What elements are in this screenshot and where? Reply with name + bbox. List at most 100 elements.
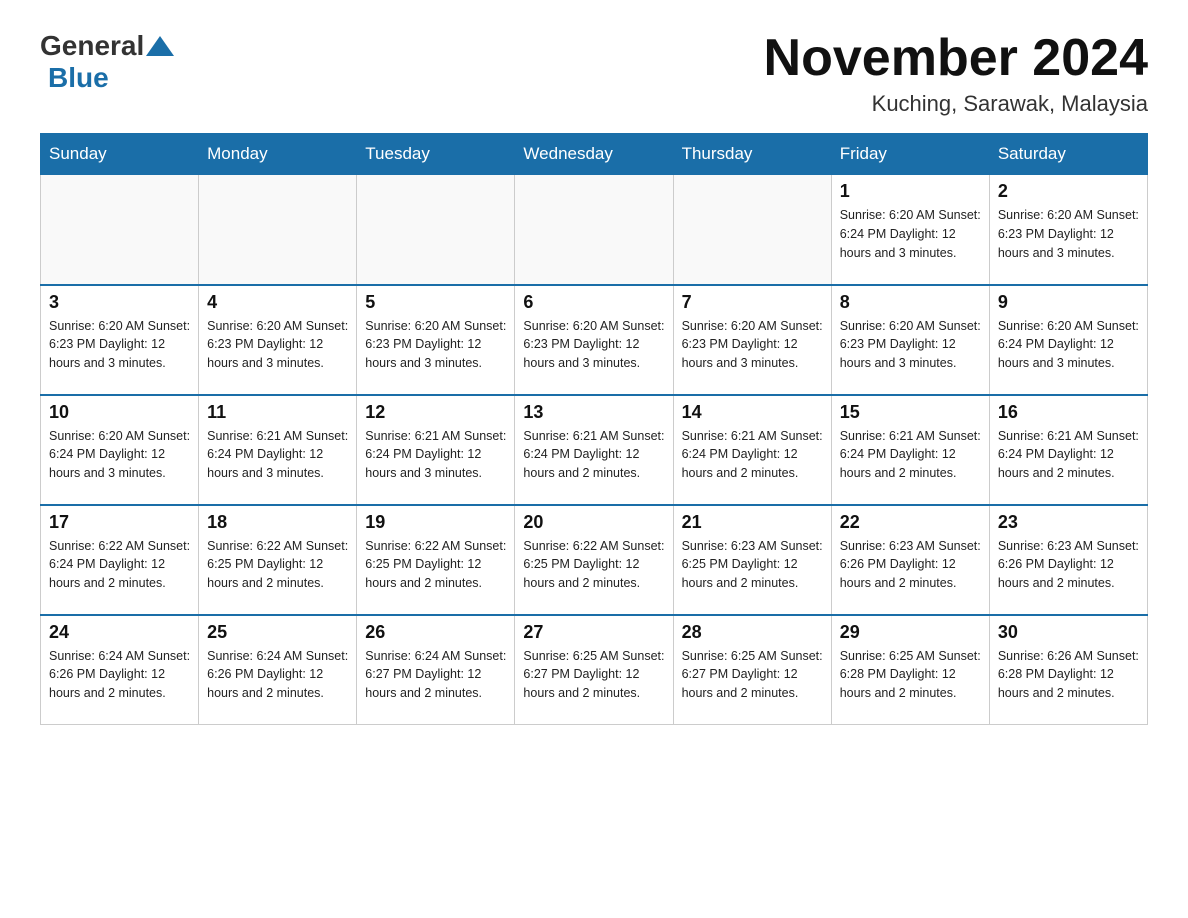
- day-info: Sunrise: 6:25 AM Sunset: 6:28 PM Dayligh…: [840, 647, 981, 703]
- day-number: 4: [207, 292, 348, 313]
- day-number: 9: [998, 292, 1139, 313]
- day-info: Sunrise: 6:23 AM Sunset: 6:26 PM Dayligh…: [840, 537, 981, 593]
- day-number: 2: [998, 181, 1139, 202]
- day-number: 18: [207, 512, 348, 533]
- calendar-day-cell: 27 Sunrise: 6:25 AM Sunset: 6:27 PM Dayli…: [515, 615, 673, 725]
- day-number: 22: [840, 512, 981, 533]
- calendar-day-cell: 14Sunrise: 6:21 AM Sunset: 6:24 PM Dayli…: [673, 395, 831, 505]
- title-section: November 2024 Kuching, Sarawak, Malaysia: [764, 30, 1148, 117]
- day-number: 16: [998, 402, 1139, 423]
- day-info: Sunrise: 6:20 AM Sunset: 6:24 PM Dayligh…: [49, 427, 190, 483]
- calendar-day-cell: [199, 175, 357, 285]
- day-info: Sunrise: 6:22 AM Sunset: 6:25 PM Dayligh…: [207, 537, 348, 593]
- logo-triangle-icon: [146, 36, 174, 56]
- day-number: 24: [49, 622, 190, 643]
- calendar-day-cell: 13Sunrise: 6:21 AM Sunset: 6:24 PM Dayli…: [515, 395, 673, 505]
- calendar-day-cell: [357, 175, 515, 285]
- day-number: 26: [365, 622, 506, 643]
- day-number: 29: [840, 622, 981, 643]
- day-number: 27: [523, 622, 664, 643]
- day-info: Sunrise: 6:25 AM Sunset: 6:27 PM Dayligh…: [523, 647, 664, 703]
- calendar-day-cell: 10 Sunrise: 6:20 AM Sunset: 6:24 PM Dayli…: [41, 395, 199, 505]
- calendar-header-monday: Monday: [199, 134, 357, 175]
- calendar-day-cell: 23 Sunrise: 6:23 AM Sunset: 6:26 PM Dayli…: [989, 505, 1147, 615]
- calendar-day-cell: 29 Sunrise: 6:25 AM Sunset: 6:28 PM Dayli…: [831, 615, 989, 725]
- day-number: 30: [998, 622, 1139, 643]
- day-info: Sunrise: 6:21 AM Sunset: 6:24 PM Dayligh…: [523, 427, 664, 483]
- day-info: Sunrise: 6:20 AM Sunset: 6:23 PM Dayligh…: [998, 206, 1139, 262]
- day-number: 19: [365, 512, 506, 533]
- day-info: Sunrise: 6:23 AM Sunset: 6:26 PM Dayligh…: [998, 537, 1139, 593]
- calendar-day-cell: 1 Sunrise: 6:20 AM Sunset: 6:24 PM Daylig…: [831, 175, 989, 285]
- calendar-header-wednesday: Wednesday: [515, 134, 673, 175]
- day-info: Sunrise: 6:25 AM Sunset: 6:27 PM Dayligh…: [682, 647, 823, 703]
- day-info: Sunrise: 6:24 AM Sunset: 6:26 PM Dayligh…: [49, 647, 190, 703]
- calendar-day-cell: 15Sunrise: 6:21 AM Sunset: 6:24 PM Dayli…: [831, 395, 989, 505]
- day-info: Sunrise: 6:20 AM Sunset: 6:24 PM Dayligh…: [840, 206, 981, 262]
- day-info: Sunrise: 6:20 AM Sunset: 6:23 PM Dayligh…: [840, 317, 981, 373]
- day-number: 5: [365, 292, 506, 313]
- calendar-day-cell: [515, 175, 673, 285]
- day-info: Sunrise: 6:24 AM Sunset: 6:26 PM Dayligh…: [207, 647, 348, 703]
- calendar-day-cell: 19 Sunrise: 6:22 AM Sunset: 6:25 PM Dayli…: [357, 505, 515, 615]
- day-info: Sunrise: 6:20 AM Sunset: 6:23 PM Dayligh…: [207, 317, 348, 373]
- day-info: Sunrise: 6:21 AM Sunset: 6:24 PM Dayligh…: [998, 427, 1139, 483]
- month-title: November 2024: [764, 30, 1148, 87]
- calendar-day-cell: 11 Sunrise: 6:21 AM Sunset: 6:24 PM Dayli…: [199, 395, 357, 505]
- calendar-table: SundayMondayTuesdayWednesdayThursdayFrid…: [40, 133, 1148, 725]
- day-info: Sunrise: 6:26 AM Sunset: 6:28 PM Dayligh…: [998, 647, 1139, 703]
- calendar-day-cell: 30 Sunrise: 6:26 AM Sunset: 6:28 PM Dayli…: [989, 615, 1147, 725]
- day-info: Sunrise: 6:22 AM Sunset: 6:25 PM Dayligh…: [365, 537, 506, 593]
- calendar-day-cell: 22 Sunrise: 6:23 AM Sunset: 6:26 PM Dayli…: [831, 505, 989, 615]
- day-number: 23: [998, 512, 1139, 533]
- day-number: 10: [49, 402, 190, 423]
- calendar-header-friday: Friday: [831, 134, 989, 175]
- calendar-day-cell: 21 Sunrise: 6:23 AM Sunset: 6:25 PM Dayli…: [673, 505, 831, 615]
- calendar-day-cell: 9 Sunrise: 6:20 AM Sunset: 6:24 PM Daylig…: [989, 285, 1147, 395]
- day-info: Sunrise: 6:23 AM Sunset: 6:25 PM Dayligh…: [682, 537, 823, 593]
- logo-blue-text: Blue: [48, 62, 109, 93]
- calendar-day-cell: 4 Sunrise: 6:20 AM Sunset: 6:23 PM Daylig…: [199, 285, 357, 395]
- calendar-day-cell: 8Sunrise: 6:20 AM Sunset: 6:23 PM Daylig…: [831, 285, 989, 395]
- calendar-day-cell: 12Sunrise: 6:21 AM Sunset: 6:24 PM Dayli…: [357, 395, 515, 505]
- calendar-week-row: 1 Sunrise: 6:20 AM Sunset: 6:24 PM Daylig…: [41, 175, 1148, 285]
- calendar-day-cell: 5 Sunrise: 6:20 AM Sunset: 6:23 PM Daylig…: [357, 285, 515, 395]
- calendar-week-row: 17Sunrise: 6:22 AM Sunset: 6:24 PM Dayli…: [41, 505, 1148, 615]
- calendar-day-cell: 26Sunrise: 6:24 AM Sunset: 6:27 PM Dayli…: [357, 615, 515, 725]
- calendar-week-row: 24 Sunrise: 6:24 AM Sunset: 6:26 PM Dayli…: [41, 615, 1148, 725]
- calendar-header-row: SundayMondayTuesdayWednesdayThursdayFrid…: [41, 134, 1148, 175]
- day-info: Sunrise: 6:20 AM Sunset: 6:23 PM Dayligh…: [49, 317, 190, 373]
- logo-general-text: General: [40, 30, 144, 62]
- day-info: Sunrise: 6:21 AM Sunset: 6:24 PM Dayligh…: [365, 427, 506, 483]
- calendar-day-cell: 18 Sunrise: 6:22 AM Sunset: 6:25 PM Dayli…: [199, 505, 357, 615]
- day-number: 11: [207, 402, 348, 423]
- day-number: 15: [840, 402, 981, 423]
- calendar-day-cell: 24 Sunrise: 6:24 AM Sunset: 6:26 PM Dayli…: [41, 615, 199, 725]
- calendar-header-tuesday: Tuesday: [357, 134, 515, 175]
- day-info: Sunrise: 6:20 AM Sunset: 6:23 PM Dayligh…: [365, 317, 506, 373]
- calendar-day-cell: 25 Sunrise: 6:24 AM Sunset: 6:26 PM Dayli…: [199, 615, 357, 725]
- day-number: 14: [682, 402, 823, 423]
- day-info: Sunrise: 6:20 AM Sunset: 6:24 PM Dayligh…: [998, 317, 1139, 373]
- day-number: 3: [49, 292, 190, 313]
- day-number: 7: [682, 292, 823, 313]
- calendar-day-cell: 17Sunrise: 6:22 AM Sunset: 6:24 PM Dayli…: [41, 505, 199, 615]
- calendar-week-row: 3 Sunrise: 6:20 AM Sunset: 6:23 PM Daylig…: [41, 285, 1148, 395]
- calendar-day-cell: 6Sunrise: 6:20 AM Sunset: 6:23 PM Daylig…: [515, 285, 673, 395]
- day-number: 6: [523, 292, 664, 313]
- day-number: 21: [682, 512, 823, 533]
- calendar-day-cell: [41, 175, 199, 285]
- calendar-day-cell: [673, 175, 831, 285]
- location-label: Kuching, Sarawak, Malaysia: [764, 91, 1148, 117]
- calendar-day-cell: 7 Sunrise: 6:20 AM Sunset: 6:23 PM Daylig…: [673, 285, 831, 395]
- day-info: Sunrise: 6:22 AM Sunset: 6:25 PM Dayligh…: [523, 537, 664, 593]
- day-info: Sunrise: 6:21 AM Sunset: 6:24 PM Dayligh…: [207, 427, 348, 483]
- calendar-day-cell: 3 Sunrise: 6:20 AM Sunset: 6:23 PM Daylig…: [41, 285, 199, 395]
- day-number: 28: [682, 622, 823, 643]
- calendar-header-thursday: Thursday: [673, 134, 831, 175]
- day-info: Sunrise: 6:20 AM Sunset: 6:23 PM Dayligh…: [682, 317, 823, 373]
- calendar-header-saturday: Saturday: [989, 134, 1147, 175]
- day-info: Sunrise: 6:22 AM Sunset: 6:24 PM Dayligh…: [49, 537, 190, 593]
- day-number: 1: [840, 181, 981, 202]
- day-number: 25: [207, 622, 348, 643]
